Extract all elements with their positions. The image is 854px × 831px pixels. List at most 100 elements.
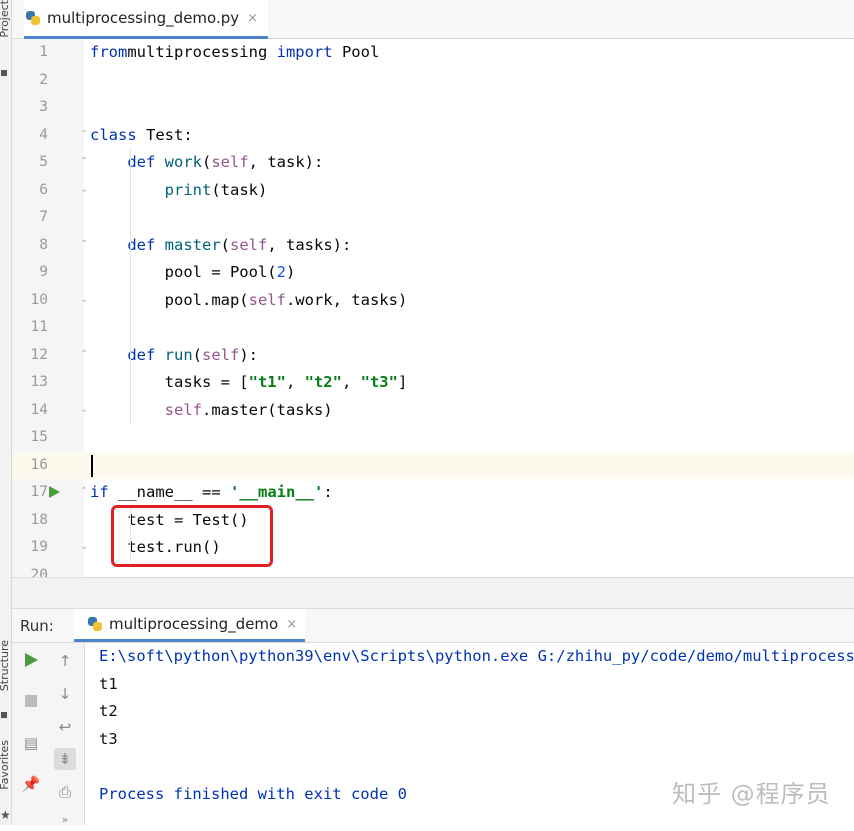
code-token: tasks = [	[90, 373, 249, 391]
fold-open-icon[interactable]: ⌃	[80, 157, 89, 167]
code-token: self	[248, 290, 286, 309]
code-token: ,	[341, 373, 361, 391]
text-caret	[91, 454, 93, 477]
code-line[interactable]: 7	[12, 204, 854, 232]
code-editor[interactable]: 1 frommultiprocessing import Pool 2 3 4 class…	[12, 39, 854, 577]
run-toolbar: ↑ ↓ ↩ ▤ ⇟ 📌 ⎙ »	[12, 643, 85, 826]
favorites-tool-tab[interactable]: Favorites	[0, 740, 11, 790]
structure-tool-tab[interactable]: Structure	[0, 640, 11, 691]
line-number: 3	[39, 99, 48, 115]
code-line[interactable]: 2	[12, 67, 854, 95]
fold-close-icon[interactable]: ⌄	[80, 184, 89, 195]
code-token: .work, tasks)	[285, 290, 408, 309]
fold-open-icon[interactable]: ⌃	[80, 349, 89, 360]
code-line[interactable]: 6 print(task) ⌄	[12, 177, 854, 205]
code-token: print	[164, 180, 212, 199]
code-line[interactable]: 8 def master(self, tasks): ⌃	[12, 232, 854, 260]
python-run-icon	[88, 616, 103, 632]
favorites-star-icon[interactable]: ★	[0, 808, 11, 822]
layout-button[interactable]: ▤	[20, 732, 42, 754]
code-token: , tasks):	[267, 235, 352, 254]
fold-open-icon[interactable]: ⌃	[80, 487, 89, 497]
scroll-down-button[interactable]: ↓	[54, 683, 76, 705]
code-line[interactable]: 15	[12, 424, 854, 452]
close-run-tab-icon[interactable]: ×	[286, 617, 297, 632]
scroll-to-end-button[interactable]: ⇟	[54, 748, 76, 770]
project-tool-icon[interactable]	[1, 70, 7, 76]
code-token: (	[220, 235, 231, 254]
code-token: (	[202, 153, 212, 171]
run-panel-label: Run:	[20, 617, 54, 635]
arrow-down-icon: ↓	[58, 685, 72, 703]
scroll-up-button[interactable]: ↑	[54, 650, 76, 672]
fold-close-icon[interactable]: ⌄	[80, 404, 89, 415]
code-token: work	[164, 153, 202, 171]
code-token: 2	[276, 263, 286, 281]
code-line[interactable]: 14 self.master(tasks) ⌄	[12, 397, 854, 425]
code-token: run	[164, 345, 193, 364]
code-text: print(task)	[90, 177, 268, 205]
code-token: .master(tasks)	[201, 400, 333, 419]
panel-splitter[interactable]	[12, 577, 854, 609]
code-line[interactable]: 16	[12, 451, 854, 479]
rerun-button[interactable]	[20, 650, 42, 672]
fold-open-icon[interactable]: ⌃	[80, 129, 89, 140]
line-number: 11	[30, 319, 48, 335]
soft-wrap-button[interactable]: ↩	[54, 716, 76, 738]
code-line[interactable]: 4 class Test: ⌃	[12, 122, 854, 150]
code-line[interactable]: 5 def work(self, task): ⌃	[12, 149, 854, 177]
run-panel-header: Run: multiprocessing_demo ×	[12, 609, 854, 643]
run-gutter-icon[interactable]	[49, 486, 60, 498]
fold-close-icon[interactable]: ⌄	[80, 294, 89, 305]
code-line[interactable]: 3	[12, 94, 854, 122]
console-exit-message: Process finished with exit code 0	[99, 785, 407, 803]
code-token: import	[276, 43, 333, 61]
code-line[interactable]: 11	[12, 314, 854, 342]
code-text: tasks = ["t1", "t2", "t3"]	[90, 369, 408, 397]
print-button[interactable]: ⎙	[54, 781, 76, 803]
more-actions-button[interactable]: »	[54, 809, 76, 831]
line-number: 8	[39, 236, 48, 253]
fold-open-icon[interactable]: ⌃	[80, 239, 89, 250]
code-line[interactable]: 17 if __name__ == '__main__': ⌃	[12, 479, 854, 507]
line-number: 20	[30, 566, 48, 578]
line-number: 6	[39, 181, 48, 198]
code-line[interactable]: 10 pool.map(self.work, tasks) ⌄	[12, 287, 854, 315]
code-token: Pool	[332, 43, 380, 61]
line-number: 10	[30, 291, 48, 308]
play-icon	[24, 653, 38, 667]
close-tab-icon[interactable]: ×	[247, 11, 258, 26]
console-output-line: t2	[99, 702, 118, 720]
code-line[interactable]: 13 tasks = ["t1", "t2", "t3"]	[12, 369, 854, 397]
stop-button[interactable]	[20, 690, 42, 712]
code-token: '__main__'	[230, 483, 324, 501]
editor-file-tab[interactable]: multiprocessing_demo.py ×	[24, 0, 269, 39]
editor-tab-bar: multiprocessing_demo.py ×	[12, 0, 854, 39]
project-tool-tab[interactable]: Project	[0, 0, 11, 38]
structure-tool-icon[interactable]	[1, 712, 7, 718]
line-number: 5	[39, 154, 48, 170]
code-line[interactable]: 1 frommultiprocessing import Pool	[12, 39, 854, 67]
code-line[interactable]: 12 def run(self): ⌃	[12, 342, 854, 370]
console-output-line: t1	[99, 675, 118, 693]
line-number: 7	[39, 209, 48, 225]
run-config-tab[interactable]: multiprocessing_demo ×	[74, 609, 306, 642]
code-text: def run(self):	[90, 342, 258, 370]
line-number: 1	[39, 44, 48, 60]
pin-icon: 📌	[21, 775, 41, 793]
fold-close-icon[interactable]: ⌄	[80, 542, 89, 552]
code-token: self	[202, 345, 240, 364]
pin-tab-button[interactable]: 📌	[20, 773, 42, 795]
code-text: frommultiprocessing import Pool	[90, 39, 379, 67]
code-token: "t2"	[304, 373, 342, 391]
code-line[interactable]: 9 pool = Pool(2)	[12, 259, 854, 287]
code-token: master	[164, 235, 221, 254]
code-token: multiprocessing	[127, 43, 277, 61]
code-text: if __name__ == '__main__':	[90, 479, 333, 507]
line-number: 9	[39, 264, 48, 280]
arrow-up-icon: ↑	[58, 652, 72, 670]
code-text: pool.map(self.work, tasks)	[90, 287, 408, 315]
